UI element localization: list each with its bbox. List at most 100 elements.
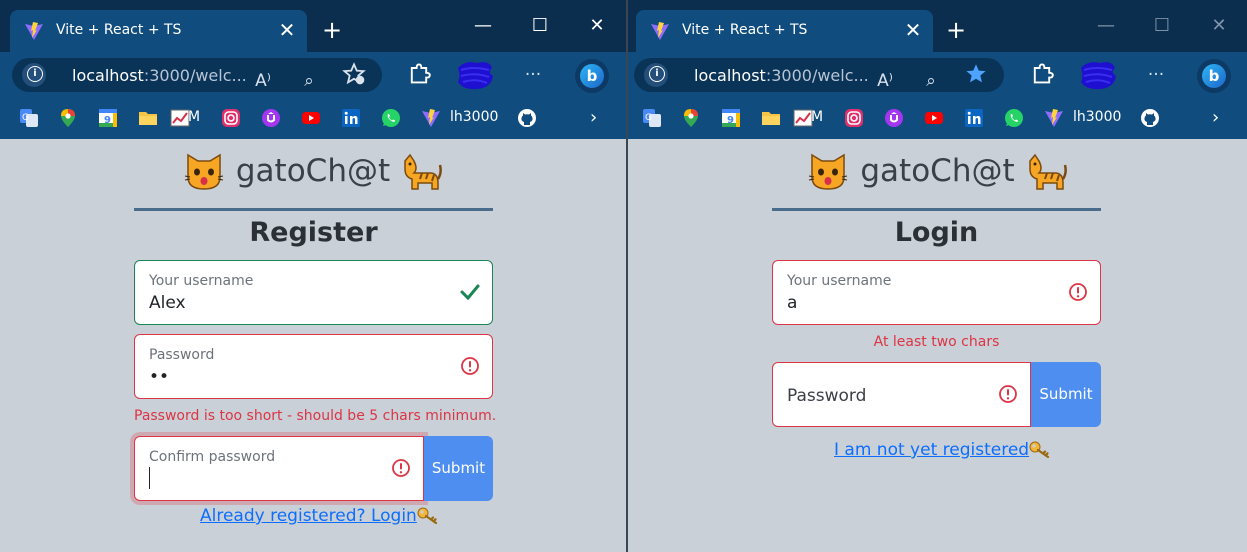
tab-title: Vite + React + TS — [56, 22, 182, 38]
more-menu-icon[interactable]: ··· — [1143, 62, 1169, 88]
add-favorite-icon[interactable] — [342, 62, 366, 86]
username-field[interactable]: Your username Alex — [134, 260, 493, 325]
bing-icon[interactable]: b — [575, 59, 609, 93]
more-menu-icon[interactable]: ··· — [520, 62, 546, 88]
browser-tab[interactable]: Vite + React + TS ✕ — [10, 10, 307, 52]
tab-title: Vite + React + TS — [682, 22, 808, 38]
udemy-icon[interactable] — [261, 108, 281, 128]
minimize-button[interactable]: — — [470, 14, 496, 38]
google-calendar-icon[interactable] — [98, 108, 118, 128]
zoom-icon[interactable]: ⌕ — [296, 68, 322, 94]
google-translate-icon[interactable] — [642, 108, 662, 128]
address-toolbar: i localhost:3000/welc... A⁾ ⌕ ··· b — [0, 52, 626, 99]
login-page: gatoCh@t Login Your username a At least … — [628, 139, 1247, 552]
url-text[interactable]: localhost:3000/welc... — [72, 66, 247, 85]
username-label: Your username — [787, 273, 892, 289]
close-window-button[interactable]: ✕ — [1206, 14, 1232, 38]
youtube-icon[interactable] — [924, 108, 944, 128]
maximize-button[interactable]: ☐ — [527, 14, 553, 38]
address-bar[interactable]: i localhost:3000/welc... A⁾ ⌕ — [12, 58, 382, 92]
password-placeholder[interactable]: Password — [787, 386, 866, 406]
vite-icon — [650, 21, 670, 41]
zoom-icon[interactable]: ⌕ — [918, 68, 944, 94]
redacted-profile-icon[interactable] — [1078, 58, 1118, 92]
close-window-button[interactable]: ✕ — [584, 14, 610, 38]
header-divider — [772, 208, 1101, 211]
invalid-alert-icon — [391, 458, 411, 478]
invalid-alert-icon — [1068, 282, 1088, 302]
maximize-button[interactable]: ☐ — [1149, 14, 1175, 38]
bing-icon[interactable]: b — [1197, 59, 1231, 93]
github-icon[interactable] — [517, 108, 537, 128]
whatsapp-icon[interactable] — [381, 108, 401, 128]
redacted-profile-icon[interactable] — [455, 58, 495, 92]
linkedin-icon[interactable] — [341, 108, 361, 128]
username-error: At least two chars — [873, 334, 1000, 350]
cat-face-icon — [808, 151, 848, 191]
bookmark-label-lh3000[interactable]: lh3000 — [450, 109, 498, 125]
favorite-icon[interactable] — [964, 62, 988, 86]
bookmarks-overflow-icon[interactable]: › — [590, 107, 597, 128]
youtube-icon[interactable] — [301, 108, 321, 128]
google-maps-icon[interactable] — [58, 108, 78, 128]
bookmark-label-m[interactable]: M — [188, 109, 200, 125]
browser-tab[interactable]: Vite + React + TS ✕ — [636, 10, 933, 52]
text-cursor — [149, 467, 150, 489]
browser-window-register: Vite + React + TS ✕ + — ☐ ✕ i localhost:… — [0, 0, 626, 552]
cat-icon — [1027, 151, 1067, 191]
password-field[interactable]: Password •• — [134, 334, 493, 399]
login-link[interactable]: Already registered? Login — [200, 506, 439, 526]
bookmark-label-lh3000[interactable]: lh3000 — [1073, 109, 1121, 125]
instagram-icon[interactable] — [221, 108, 241, 128]
folder-icon[interactable] — [138, 108, 158, 128]
close-tab-icon[interactable]: ✕ — [901, 18, 925, 42]
whatsapp-icon[interactable] — [1004, 108, 1024, 128]
address-bar[interactable]: i localhost:3000/welc... A⁾ ⌕ — [634, 58, 1004, 92]
register-link[interactable]: I am not yet registered — [834, 440, 1051, 460]
chart-icon[interactable] — [793, 108, 813, 128]
bookmarks-bar: M lh3000 › — [0, 99, 626, 139]
site-info-icon[interactable]: i — [644, 63, 668, 87]
bookmark-label-m[interactable]: M — [811, 109, 823, 125]
new-tab-button[interactable]: + — [944, 18, 968, 42]
username-value[interactable]: a — [787, 293, 797, 313]
minimize-button[interactable]: — — [1093, 14, 1119, 38]
username-value[interactable]: Alex — [149, 293, 186, 313]
extensions-icon[interactable] — [1030, 62, 1054, 86]
title-bar: Vite + React + TS ✕ + — ☐ ✕ — [0, 0, 626, 52]
bookmarks-overflow-icon[interactable]: › — [1212, 107, 1219, 128]
vite-icon[interactable] — [421, 108, 441, 128]
read-aloud-icon[interactable]: A⁾ — [250, 68, 276, 94]
register-page: gatoCh@t Register Your username Alex Pas… — [0, 139, 626, 552]
url-text[interactable]: localhost:3000/welc... — [694, 66, 869, 85]
github-icon[interactable] — [1140, 108, 1160, 128]
close-tab-icon[interactable]: ✕ — [275, 18, 299, 42]
instagram-icon[interactable] — [844, 108, 864, 128]
folder-icon[interactable] — [761, 108, 781, 128]
confirm-password-label: Confirm password — [149, 449, 276, 465]
register-heading: Register — [249, 217, 378, 248]
google-translate-icon[interactable] — [19, 108, 39, 128]
site-info-icon[interactable]: i — [22, 63, 46, 87]
password-value[interactable]: •• — [149, 367, 169, 387]
app-title: gatoCh@t — [235, 153, 391, 189]
google-maps-icon[interactable] — [681, 108, 701, 128]
read-aloud-icon[interactable]: A⁾ — [872, 68, 898, 94]
login-heading: Login — [894, 217, 979, 248]
submit-button[interactable]: Submit — [424, 436, 493, 501]
extensions-icon[interactable] — [407, 62, 431, 86]
linkedin-icon[interactable] — [964, 108, 984, 128]
confirm-password-field[interactable]: Confirm password — [134, 436, 424, 501]
udemy-icon[interactable] — [884, 108, 904, 128]
app-header: gatoCh@t — [0, 151, 626, 191]
username-field[interactable]: Your username a — [772, 260, 1101, 325]
submit-button[interactable]: Submit — [1031, 362, 1101, 427]
google-calendar-icon[interactable] — [721, 108, 741, 128]
password-field[interactable]: Password — [772, 362, 1031, 427]
chart-icon[interactable] — [170, 108, 190, 128]
valid-check-icon — [460, 282, 480, 302]
app-title: gatoCh@t — [860, 153, 1015, 189]
browser-window-login: Vite + React + TS ✕ + — ☐ ✕ i localhost:… — [628, 0, 1247, 552]
vite-icon[interactable] — [1044, 108, 1064, 128]
new-tab-button[interactable]: + — [320, 18, 344, 42]
